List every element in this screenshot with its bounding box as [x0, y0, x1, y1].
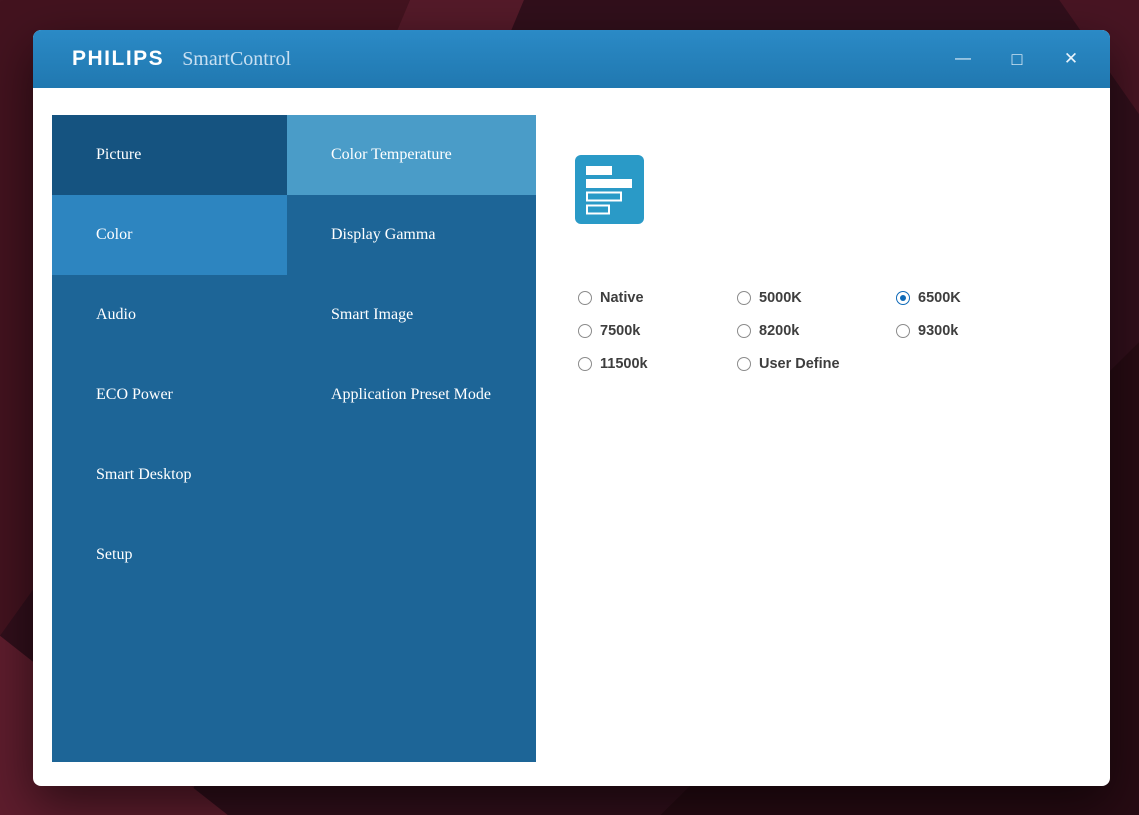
radio-11500k[interactable]: 11500k: [578, 354, 737, 374]
close-icon: ✕: [1064, 49, 1078, 69]
radio-user-define[interactable]: User Define: [737, 354, 896, 374]
maximize-icon: □: [1012, 49, 1023, 70]
radio-unselected-icon: [737, 324, 751, 338]
radio-label: 5000K: [759, 290, 802, 306]
nav-secondary-item-color-temperature[interactable]: Color Temperature: [287, 115, 536, 195]
minimize-button[interactable]: —: [940, 30, 986, 88]
smartcontrol-window: PHILIPS SmartControl — □ ✕ PictureColorA…: [33, 30, 1110, 786]
color-temperature-icon: [575, 155, 644, 224]
radio-unselected-icon: [578, 324, 592, 338]
color-temperature-icon-bars: [575, 155, 644, 224]
window-body: PictureColorAudioECO PowerSmart DesktopS…: [33, 88, 1110, 786]
radio-label: 6500K: [918, 290, 961, 306]
radio-unselected-icon: [896, 324, 910, 338]
nav-primary-item-setup[interactable]: Setup: [52, 515, 287, 595]
titlebar: PHILIPS SmartControl — □ ✕: [33, 30, 1110, 88]
nav-primary: PictureColorAudioECO PowerSmart DesktopS…: [52, 115, 287, 762]
philips-logo: PHILIPS: [72, 47, 164, 71]
app-title: SmartControl: [182, 48, 291, 71]
nav-secondary-item-application-preset-mode[interactable]: Application Preset Mode: [287, 355, 536, 435]
radio-unselected-icon: [578, 291, 592, 305]
radio-label: 8200k: [759, 323, 799, 339]
nav-secondary: Color TemperatureDisplay GammaSmart Imag…: [287, 115, 536, 762]
radio-7500k[interactable]: 7500k: [578, 321, 737, 341]
radio-label: User Define: [759, 356, 840, 372]
radio-unselected-icon: [737, 357, 751, 371]
color-temperature-options: Native 5000K 6500K 7500k 8200k 9300k 11500k Use…: [578, 288, 1110, 374]
radio-unselected-icon: [737, 291, 751, 305]
minimize-icon: —: [955, 50, 971, 68]
window-controls: — □ ✕: [932, 30, 1110, 88]
nav-secondary-item-smart-image[interactable]: Smart Image: [287, 275, 536, 355]
maximize-button[interactable]: □: [994, 30, 1040, 88]
radio-unselected-icon: [578, 357, 592, 371]
radio-label: 9300k: [918, 323, 958, 339]
close-button[interactable]: ✕: [1048, 30, 1094, 88]
nav-primary-item-color[interactable]: Color: [52, 195, 287, 275]
nav-primary-item-audio[interactable]: Audio: [52, 275, 287, 355]
radio-native[interactable]: Native: [578, 288, 737, 308]
main-content: Native 5000K 6500K 7500k 8200k 9300k 11500k Use…: [536, 115, 1110, 762]
radio-8200k[interactable]: 8200k: [737, 321, 896, 341]
radio-9300k[interactable]: 9300k: [896, 321, 1055, 341]
radio-5000k[interactable]: 5000K: [737, 288, 896, 308]
nav-primary-item-eco-power[interactable]: ECO Power: [52, 355, 287, 435]
radio-label: 7500k: [600, 323, 640, 339]
radio-label: 11500k: [600, 356, 648, 372]
nav-secondary-item-display-gamma[interactable]: Display Gamma: [287, 195, 536, 275]
nav-primary-item-picture[interactable]: Picture: [52, 115, 287, 195]
nav-primary-item-smart-desktop[interactable]: Smart Desktop: [52, 435, 287, 515]
radio-selected-icon: [896, 291, 910, 305]
radio-6500k[interactable]: 6500K: [896, 288, 1055, 308]
radio-label: Native: [600, 290, 644, 306]
